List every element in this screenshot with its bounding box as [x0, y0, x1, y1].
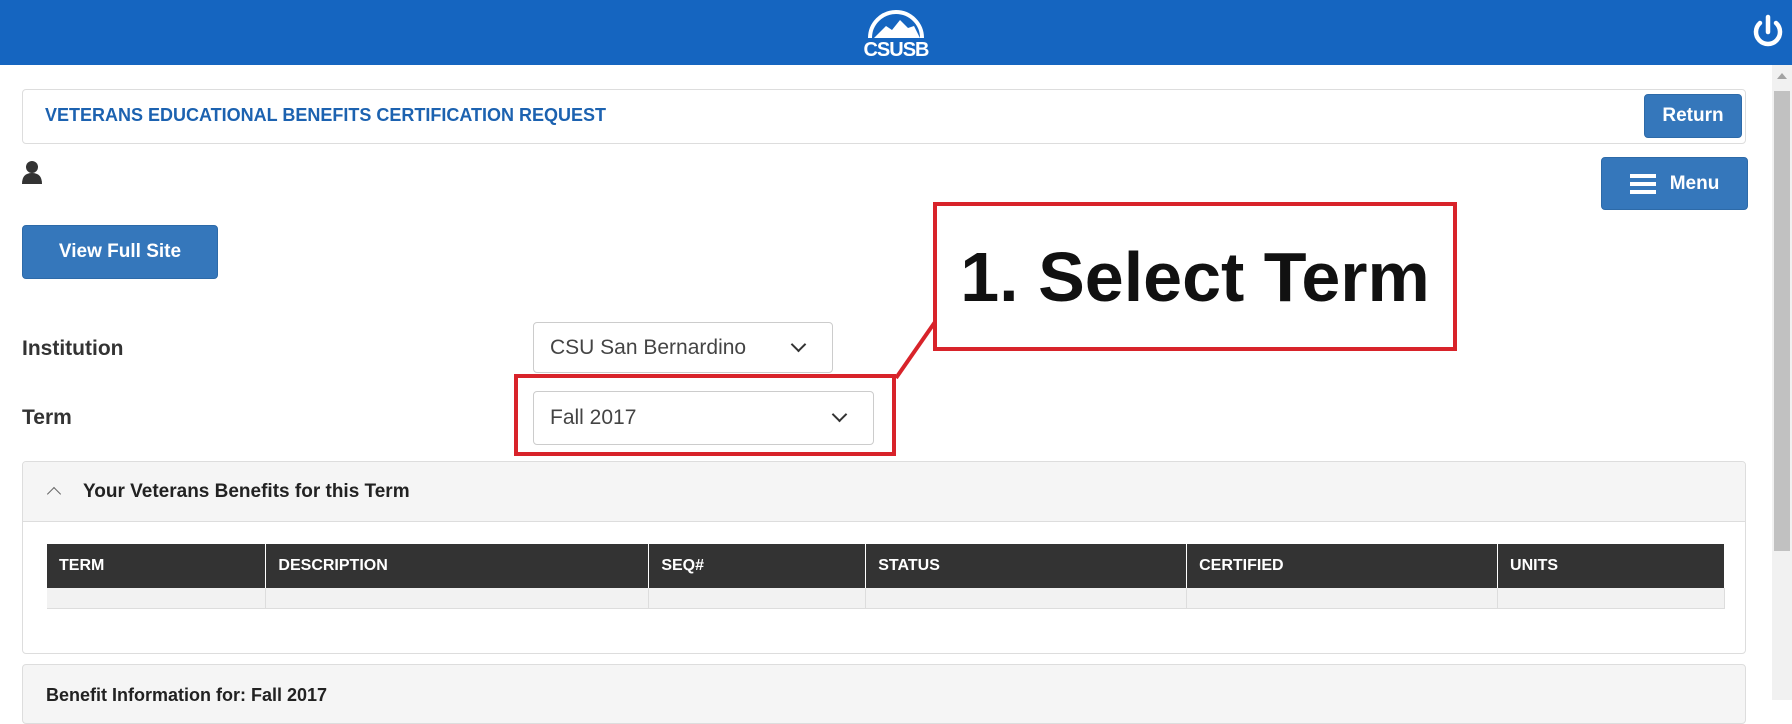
benefits-table: TERM DESCRIPTION SEQ# STATUS CERTIFIED U… [47, 544, 1725, 609]
menu-button[interactable]: Menu [1601, 157, 1748, 210]
benefit-information-panel: Benefit Information for: Fall 2017 [22, 664, 1746, 724]
view-full-site-button[interactable]: View Full Site [22, 225, 218, 279]
veterans-benefits-panel: Your Veterans Benefits for this Term TER… [22, 461, 1746, 654]
institution-select[interactable]: CSU San Bernardino [533, 322, 833, 373]
scroll-up-icon[interactable] [1777, 73, 1787, 79]
column-header: DESCRIPTION [265, 544, 650, 588]
column-header: UNITS [1497, 544, 1725, 588]
table-header-row: TERM DESCRIPTION SEQ# STATUS CERTIFIED U… [47, 544, 1725, 588]
return-button[interactable]: Return [1644, 94, 1742, 138]
institution-label: Institution [22, 337, 124, 360]
annotation-highlight-box [514, 374, 896, 456]
term-label: Term [22, 406, 72, 429]
user-icon [21, 160, 43, 184]
hamburger-icon [1629, 173, 1656, 194]
page-title: VETERANS EDUCATIONAL BENEFITS CERTIFICAT… [45, 105, 607, 125]
benefit-information-title: Benefit Information for: Fall 2017 [46, 685, 328, 705]
scrollbar-thumb[interactable] [1774, 91, 1790, 551]
column-header: CERTIFIED [1186, 544, 1499, 588]
institution-value: CSU San Bernardino [550, 335, 747, 359]
column-header: STATUS [865, 544, 1188, 588]
csusb-logo[interactable]: CSUSB [856, 6, 936, 62]
panel-title: Your Veterans Benefits for this Term [83, 481, 410, 502]
column-header: TERM [47, 544, 267, 588]
annotation-callout: 1. Select Term [933, 202, 1457, 351]
chevron-down-icon [790, 336, 807, 353]
table-row [47, 588, 1725, 609]
power-icon[interactable] [1748, 12, 1788, 52]
column-header: SEQ# [648, 544, 867, 588]
scrollbar[interactable] [1772, 65, 1792, 700]
annotation-text: 1. Select Term [960, 237, 1430, 316]
menu-label: Menu [1669, 172, 1720, 194]
